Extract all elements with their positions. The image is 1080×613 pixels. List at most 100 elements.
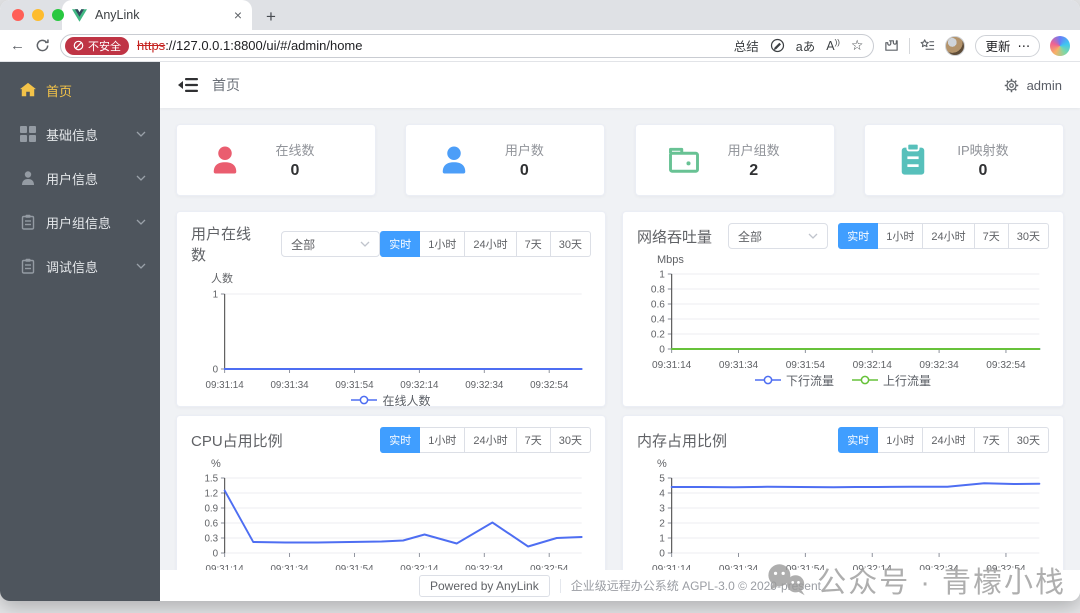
group-filter-select[interactable]: 全部 [281,231,381,257]
chart-online-users: 人数 0 1 09:31:14 09:31:34 09:31:54 09:32:14 09:… [191,270,591,406]
chevron-down-icon [808,233,818,239]
user-menu[interactable]: admin [1027,78,1062,93]
browser-tab[interactable]: AnyLink × [62,0,252,30]
legend-item[interactable]: 在线人数 [351,392,431,406]
annotate-icon[interactable] [770,38,785,53]
url-text: https://127.0.0.1:8800/ui/#/admin/home [137,38,726,53]
collapse-sidebar-icon[interactable] [178,77,198,93]
tab-close-icon[interactable]: × [234,8,242,22]
time-range-button[interactable]: 实时 [838,223,879,249]
close-window-button[interactable] [12,9,24,21]
chart-memory-usage: % 01234509:31:1409:31:3409:31:5409:32:14… [637,458,1049,575]
time-range-button[interactable]: 1小时 [878,223,924,249]
time-range-button[interactable]: 24小时 [465,231,517,257]
time-range-button[interactable]: 30天 [1008,223,1049,249]
extensions-icon[interactable] [884,38,899,53]
minimize-window-button[interactable] [32,9,44,21]
sidebar-item-home[interactable]: 首页 [0,68,160,112]
summarize-button[interactable]: 总结 [734,36,759,55]
stat-cards-row: 在线数 0 用户数 0 用户组数 2 IP映射数 0 [176,124,1064,196]
stat-value: 0 [978,162,988,179]
new-tab-button[interactable]: + [266,8,276,25]
sidebar-item-basic-info[interactable]: 基础信息 [0,112,160,156]
security-badge[interactable]: 不安全 [65,36,129,55]
svg-text:09:32:34: 09:32:34 [919,360,959,371]
update-button[interactable]: 更新 ⋯ [975,34,1040,57]
time-range-button[interactable]: 实时 [838,427,879,453]
sidebar-item-debug-info[interactable]: 调试信息 [0,244,160,288]
time-range-button[interactable]: 30天 [1008,427,1049,453]
svg-text:1.2: 1.2 [204,488,218,499]
reload-button[interactable] [35,38,50,53]
svg-text:0.6: 0.6 [651,299,665,310]
browser-window: AnyLink × + ← 不安全 https://127.0.0.1:8800… [0,0,1080,601]
anylink-app: 首页 基础信息 用户信息 用户组信息 调试信息 首页 admin 在线数 0 用… [0,62,1080,601]
profile-avatar[interactable] [945,35,966,56]
favorite-star-icon[interactable]: ☆ [851,37,864,54]
tab-strip: AnyLink × + [0,0,1080,30]
breadcrumb[interactable]: 首页 [212,75,240,95]
svg-text:09:32:14: 09:32:14 [400,380,439,391]
footer: Powered by AnyLink 企业级远程办公系统 AGPL-3.0 © … [160,570,1080,601]
time-range-group: 实时 1小时 24小时 7天 30天 [380,231,591,257]
not-secure-icon [73,40,84,51]
footer-divider [559,578,561,593]
back-button[interactable]: ← [10,37,25,54]
toolbar-divider [909,37,911,54]
time-range-button[interactable]: 实时 [380,427,421,453]
url-rest: ://127.0.0.1:8800/ui/#/admin/home [165,38,363,53]
stat-card-users: 用户数 0 [405,124,606,196]
time-range-button[interactable]: 24小时 [923,223,975,249]
line-chart: 01234509:31:1409:31:3409:31:5409:32:1409… [652,473,1041,575]
chart-network-throughput: Mbps 0 0.2 0.4 0.6 0.8 1 09:31:14 09:31:34 09:31… [637,254,1049,388]
dashboard-content: 在线数 0 用户数 0 用户组数 2 IP映射数 0 用户在线数 全部 实时 1… [160,108,1080,601]
time-range-group: 实时 1小时 24小时 7天 30天 [838,223,1049,249]
copilot-icon[interactable] [1050,35,1070,56]
more-menu-icon[interactable]: ⋯ [1018,38,1031,53]
favorites-bar-icon[interactable] [920,38,935,53]
svg-text:09:31:54: 09:31:54 [786,360,826,371]
time-range-button[interactable]: 7天 [516,427,551,453]
panel-network-throughput: 网络吞吐量 全部 实时 1小时 24小时 7天 30天 Mbps 0 0.2 0.4 0.6 0… [622,211,1064,407]
svg-text:09:31:34: 09:31:34 [719,360,759,371]
legend-marker-icon [754,375,781,385]
time-range-button[interactable]: 1小时 [878,427,924,453]
grid-icon [20,126,36,142]
time-range-button[interactable]: 24小时 [923,427,975,453]
time-range-button[interactable]: 1小时 [420,427,466,453]
time-range-button[interactable]: 实时 [380,231,421,257]
app-header: 首页 admin [160,62,1080,108]
time-range-button[interactable]: 30天 [550,231,591,257]
tab-title: AnyLink [95,8,140,22]
main-area: 首页 admin 在线数 0 用户数 0 用户组数 2 IP映射数 0 用户在线… [160,62,1080,601]
time-range-button[interactable]: 30天 [550,427,591,453]
legend-item[interactable]: 上行流量 [852,372,931,388]
time-range-button[interactable]: 7天 [974,427,1009,453]
read-aloud-icon[interactable]: A)) [826,38,840,53]
time-range-button[interactable]: 1小时 [420,231,466,257]
stat-card-online: 在线数 0 [176,124,376,196]
y-axis-unit: % [657,458,667,470]
translate-icon[interactable]: aあ [796,36,815,55]
chevron-down-icon [360,241,370,247]
y-axis-unit: % [211,458,221,470]
time-range-button[interactable]: 7天 [516,231,551,257]
stat-value: 0 [519,162,529,179]
time-range-button[interactable]: 24小时 [465,427,517,453]
group-filter-select[interactable]: 全部 [728,223,829,249]
svg-text:1: 1 [659,269,665,280]
panel-title: 用户在线数 [191,226,252,264]
gear-icon[interactable] [1004,78,1019,93]
sidebar-item-user-group-info[interactable]: 用户组信息 [0,200,160,244]
panel-title: CPU占用比例 [191,432,283,450]
legend-item[interactable]: 下行流量 [754,372,834,388]
powered-by-link[interactable]: Powered by AnyLink [419,574,550,597]
svg-text:09:32:54: 09:32:54 [530,380,569,391]
sidebar-item-user-info[interactable]: 用户信息 [0,156,160,200]
address-bar[interactable]: 不安全 https://127.0.0.1:8800/ui/#/admin/ho… [60,33,875,58]
y-axis-unit: Mbps [657,254,684,266]
zoom-window-button[interactable] [52,9,64,21]
chevron-down-icon [136,263,146,269]
time-range-button[interactable]: 7天 [974,223,1009,249]
svg-text:0: 0 [213,548,219,559]
